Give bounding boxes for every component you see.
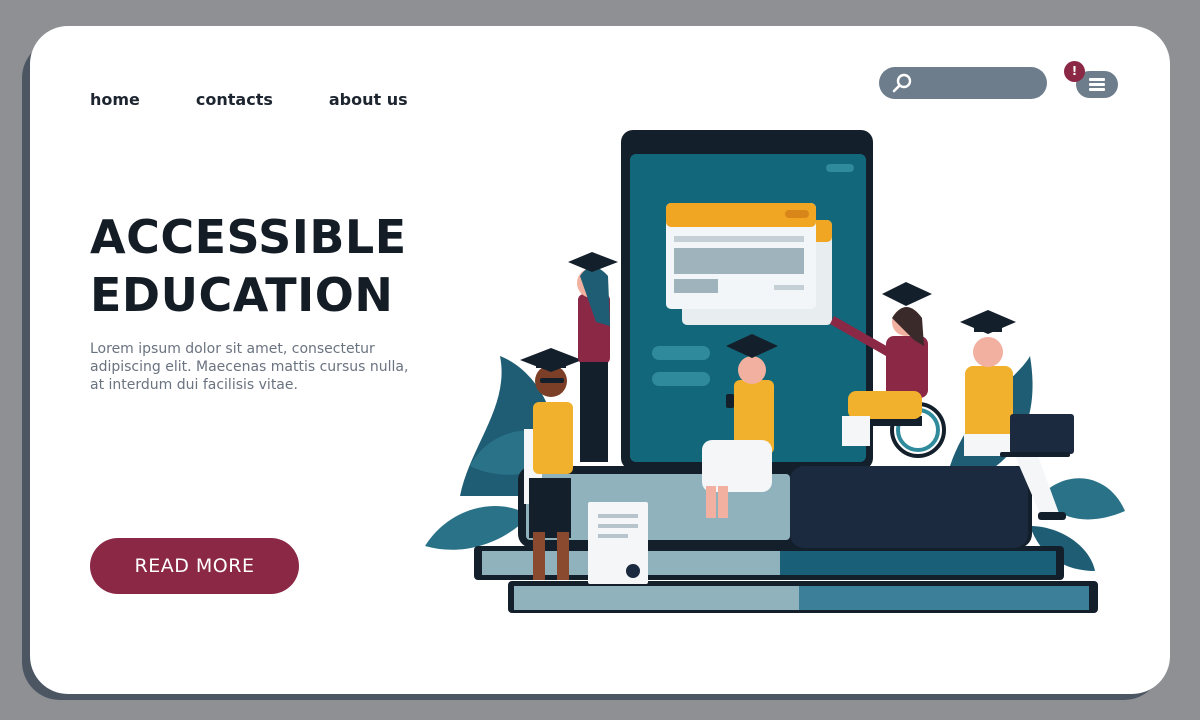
nav-about-us-link[interactable]: about us	[329, 90, 408, 109]
hero-title-line-2: EDUCATION	[90, 268, 394, 322]
top-nav: home contacts about us	[90, 90, 464, 109]
search-box[interactable]	[879, 67, 1047, 99]
student-standing	[568, 252, 618, 462]
read-more-button[interactable]: READ MORE	[90, 538, 299, 594]
hamburger-menu-icon	[1089, 78, 1105, 81]
search-icon	[892, 73, 912, 93]
certificate	[588, 502, 648, 584]
landing-page-card: home contacts about us ! ACCESSIBLE EDUC…	[30, 26, 1170, 694]
nav-home-link[interactable]: home	[90, 90, 140, 109]
notification-badge[interactable]: !	[1064, 61, 1085, 82]
search-input[interactable]	[919, 71, 1041, 97]
hero-title: ACCESSIBLE EDUCATION	[90, 208, 407, 324]
hero-title-line-1: ACCESSIBLE	[90, 210, 407, 264]
education-illustration	[425, 130, 1125, 613]
nav-contacts-link[interactable]: contacts	[196, 90, 273, 109]
hero-description: Lorem ipsum dolor sit amet, consectetur …	[90, 341, 409, 393]
